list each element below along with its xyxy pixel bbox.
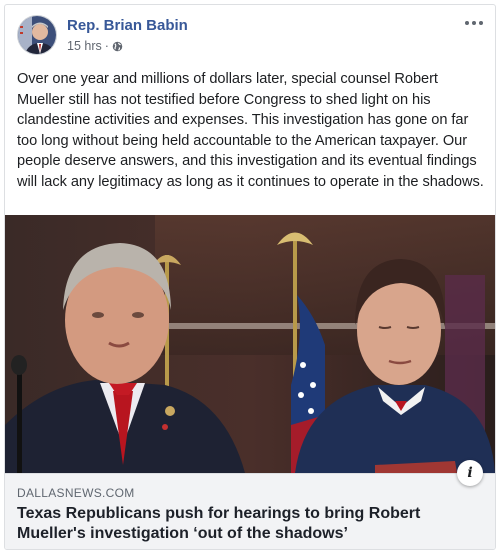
link-preview-image[interactable] [5,215,495,473]
globe-icon[interactable] [112,41,123,52]
more-options-icon[interactable] [463,17,483,29]
author-name[interactable]: Rep. Brian Babin [67,17,188,34]
info-icon[interactable]: i [457,460,483,486]
avatar[interactable] [17,15,57,55]
post-body-text: Over one year and millions of dollars la… [17,71,484,190]
link-domain: DALLASNEWS.COM [17,486,135,500]
timestamp[interactable]: 15 hrs [67,39,102,53]
post-header: Rep. Brian Babin 15 hrs · [17,15,483,57]
news-photo [5,215,495,473]
link-preview[interactable]: i DALLASNEWS.COM Texas Republicans push … [5,460,495,549]
post-meta: 15 hrs · [67,39,123,53]
avatar-image [18,16,56,54]
post-card: Rep. Brian Babin 15 hrs · Over one year … [4,4,496,550]
link-title[interactable]: Texas Republicans push for hearings to b… [17,504,457,544]
meta-separator: · [104,39,109,53]
